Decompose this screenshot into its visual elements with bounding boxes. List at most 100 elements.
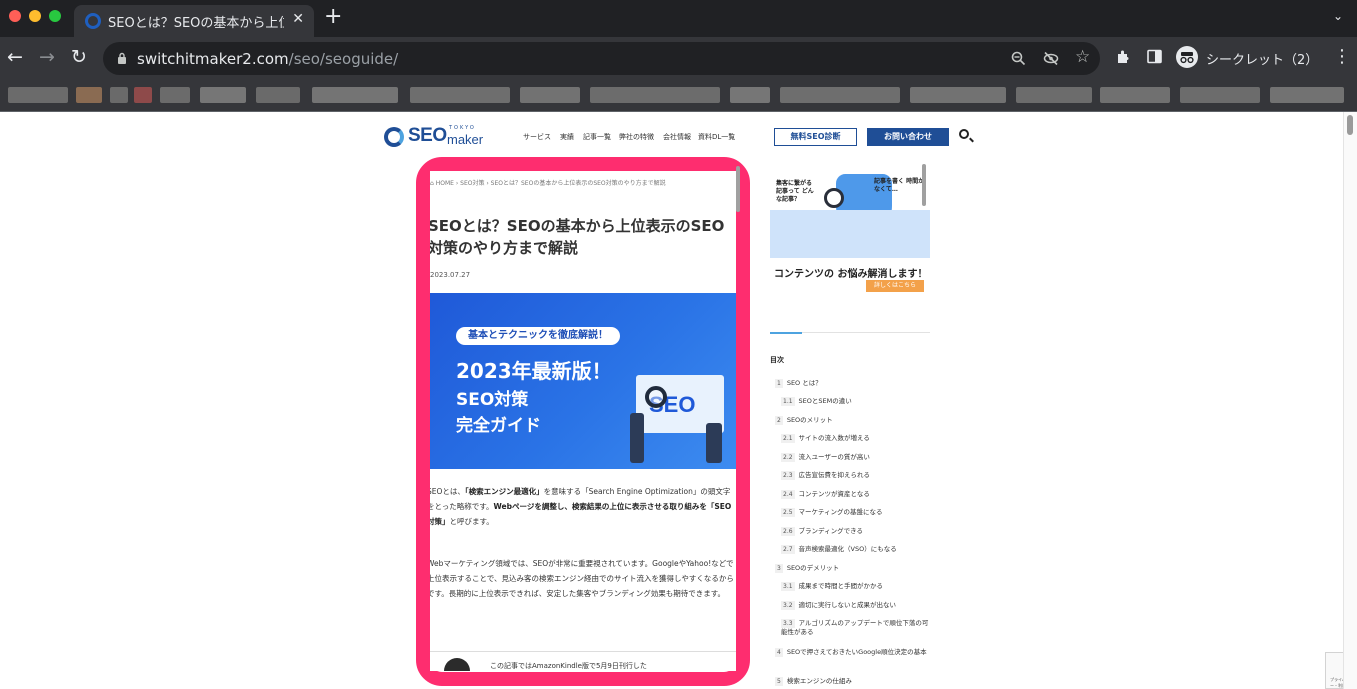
- nav-results[interactable]: 実績: [560, 132, 574, 142]
- bookmark-item[interactable]: [8, 87, 68, 103]
- hero-image: 基本とテクニックを徹底解説！ 2023年最新版！ SEO対策 完全ガイド SEO: [430, 293, 736, 469]
- bookmark-item[interactable]: [160, 87, 190, 103]
- maximize-window-button[interactable]: [49, 10, 61, 22]
- toc-item[interactable]: 1 SEO とは？: [775, 379, 930, 388]
- intro-paragraph: SEOとは、「検索エンジン最適化」を意味する「Search Engine Opt…: [430, 484, 736, 529]
- toc-item[interactable]: 3.2 適切に実行しないと成果が出ない: [781, 601, 929, 610]
- minimize-window-button[interactable]: [29, 10, 41, 22]
- bookmark-item[interactable]: [410, 87, 510, 103]
- bookmark-item[interactable]: [1180, 87, 1260, 103]
- tab-close-icon[interactable]: ✕: [292, 11, 304, 27]
- incognito-label[interactable]: シークレット（2）: [1206, 49, 1318, 68]
- toc-number: 2.5: [781, 508, 795, 517]
- toc-item[interactable]: 2.6 ブランディングできる: [781, 527, 929, 536]
- url-text: switchitmaker2.com/seo/seoguide/: [137, 50, 398, 68]
- nav-services[interactable]: サービス: [523, 132, 551, 142]
- bookmark-item[interactable]: [780, 87, 900, 103]
- nav-downloads[interactable]: 資料DL一覧: [698, 132, 735, 142]
- nav-company[interactable]: 会社情報: [663, 132, 691, 142]
- tab-search-icon[interactable]: ⌄: [1333, 9, 1343, 23]
- breadcrumb[interactable]: ⌂ HOME › SEO対策 › SEOとは？SEOの基本から上位表示のSEO対…: [430, 178, 666, 187]
- toc-label: 広告宣伝費を抑えられる: [798, 471, 871, 479]
- back-icon[interactable]: ←: [7, 47, 23, 67]
- toc-label: コンテンツが資産となる: [798, 490, 870, 498]
- toc-item[interactable]: 2.1 サイトの流入数が増える: [781, 434, 929, 443]
- toc-item[interactable]: 5 検索エンジンの仕組み: [775, 677, 930, 686]
- logo-ring-icon[interactable]: [384, 127, 404, 147]
- bookmark-item[interactable]: [110, 87, 128, 103]
- bookmark-item[interactable]: [200, 87, 246, 103]
- nav-features[interactable]: 弊社の特徴: [619, 132, 654, 142]
- extensions-icon[interactable]: [1115, 49, 1131, 65]
- menu-icon[interactable]: ⋮: [1333, 46, 1351, 67]
- toc-title: 目次: [770, 356, 784, 364]
- incognito-icon[interactable]: [1176, 46, 1198, 68]
- toc-label: アルゴリズムのアップデートで順位下落の可能性がある: [781, 619, 929, 636]
- bookmark-item[interactable]: [1016, 87, 1092, 103]
- toc-label: サイトの流入数が増える: [798, 434, 870, 442]
- star-icon[interactable]: ☆: [1075, 47, 1090, 67]
- toc-label: SEOのメリット: [786, 416, 833, 424]
- kindle-note: この記事ではAmazonKindle版で5月9日刊行した: [490, 662, 647, 670]
- toc-number: 4: [775, 648, 783, 657]
- toc-item[interactable]: 4 SEOで押さえておきたいGoogle順位決定の基本: [775, 648, 930, 657]
- toc-item[interactable]: 3 SEOのデメリット: [775, 564, 930, 573]
- article-title: SEOとは？SEOの基本から上位表示のSEO対策のやり方まで解説: [430, 217, 725, 257]
- toc-item[interactable]: 2.2 流入ユーザーの質が高い: [781, 453, 929, 462]
- bookmark-item[interactable]: [1270, 87, 1344, 103]
- sidebar-scrollbar[interactable]: [922, 164, 926, 206]
- article-panel: ⌂ HOME › SEO対策 › SEOとは？SEOの基本から上位表示のSEO対…: [430, 171, 736, 671]
- toc-label: SEOとSEMの違い: [798, 397, 852, 405]
- toc-label: SEOで押さえておきたいGoogle順位決定の基本: [786, 648, 927, 656]
- toc-label: 音声検索最適化（VSO）にもなる: [798, 545, 897, 553]
- page-scrollbar[interactable]: [1343, 112, 1357, 689]
- sidebar-banner[interactable]: 集客に繋がる記事って どんな記事？ 記事を書く 時間がなくて… コンテンツの お…: [770, 170, 930, 298]
- forward-icon[interactable]: →: [39, 47, 55, 67]
- bookmark-item[interactable]: [730, 87, 770, 103]
- toc-item[interactable]: 2.7 音声検索最適化（VSO）にもなる: [781, 545, 929, 554]
- search-icon[interactable]: [959, 129, 969, 139]
- hero-line-2: SEO対策: [456, 390, 529, 410]
- address-bar[interactable]: switchitmaker2.com/seo/seoguide/ ☆: [103, 42, 1100, 75]
- free-seo-diagnosis-button[interactable]: 無料SEO診断: [774, 128, 857, 146]
- intro-b: 「検索エンジン最適化」: [464, 487, 544, 496]
- toc-item[interactable]: 1.1 SEOとSEMの違い: [781, 397, 929, 406]
- toc-number: 3: [775, 564, 783, 573]
- sidepanel-icon[interactable]: [1147, 49, 1162, 64]
- article-scrollbar[interactable]: [736, 166, 740, 212]
- toc-item[interactable]: 3.1 成果まで時間と手間がかかる: [781, 582, 929, 591]
- new-tab-button[interactable]: +: [324, 6, 342, 28]
- toc-item[interactable]: 2.3 広告宣伝費を抑えられる: [781, 471, 929, 480]
- close-window-button[interactable]: [9, 10, 21, 22]
- page-scroll-thumb[interactable]: [1347, 115, 1353, 135]
- active-tab[interactable]: SEOとは？SEOの基本から上位表示 ✕: [74, 5, 314, 37]
- bookmark-item[interactable]: [590, 87, 720, 103]
- intro-a: SEOとは、: [430, 487, 465, 496]
- bookmark-item[interactable]: [256, 87, 300, 103]
- bookmark-item[interactable]: [76, 87, 102, 103]
- article-date: 2023.07.27: [430, 271, 471, 279]
- nav-articles[interactable]: 記事一覧: [583, 132, 611, 142]
- toc-item[interactable]: 3.3 アルゴリズムのアップデートで順位下落の可能性がある: [781, 619, 929, 637]
- banner-backdrop: [770, 210, 930, 258]
- person-figure: [706, 423, 722, 463]
- bookmarks-bar: [0, 79, 1357, 112]
- bookmark-item[interactable]: [312, 87, 398, 103]
- banner-details-button[interactable]: 詳しくはこちら: [866, 280, 924, 292]
- bookmark-item[interactable]: [910, 87, 1006, 103]
- toc-item[interactable]: 2 SEOのメリット: [775, 416, 930, 425]
- bookmark-item[interactable]: [520, 87, 580, 103]
- toc-number: 2.3: [781, 471, 795, 480]
- toc-number: 2.2: [781, 453, 795, 462]
- toc-item[interactable]: 2.5 マーケティングの基盤になる: [781, 508, 929, 517]
- reload-icon[interactable]: ↻: [71, 47, 87, 67]
- bookmark-item[interactable]: [1100, 87, 1170, 103]
- contact-button[interactable]: お問い合わせ: [867, 128, 949, 146]
- bookmark-item[interactable]: [134, 87, 152, 103]
- banner-question-1: 集客に繋がる記事って どんな記事？: [776, 180, 814, 203]
- logo-text[interactable]: SEO: [408, 125, 447, 147]
- zoom-icon[interactable]: [1011, 51, 1026, 66]
- tracking-off-icon[interactable]: [1043, 51, 1059, 66]
- logo-sub[interactable]: maker: [447, 132, 483, 147]
- toc-item[interactable]: 2.4 コンテンツが資産となる: [781, 490, 929, 499]
